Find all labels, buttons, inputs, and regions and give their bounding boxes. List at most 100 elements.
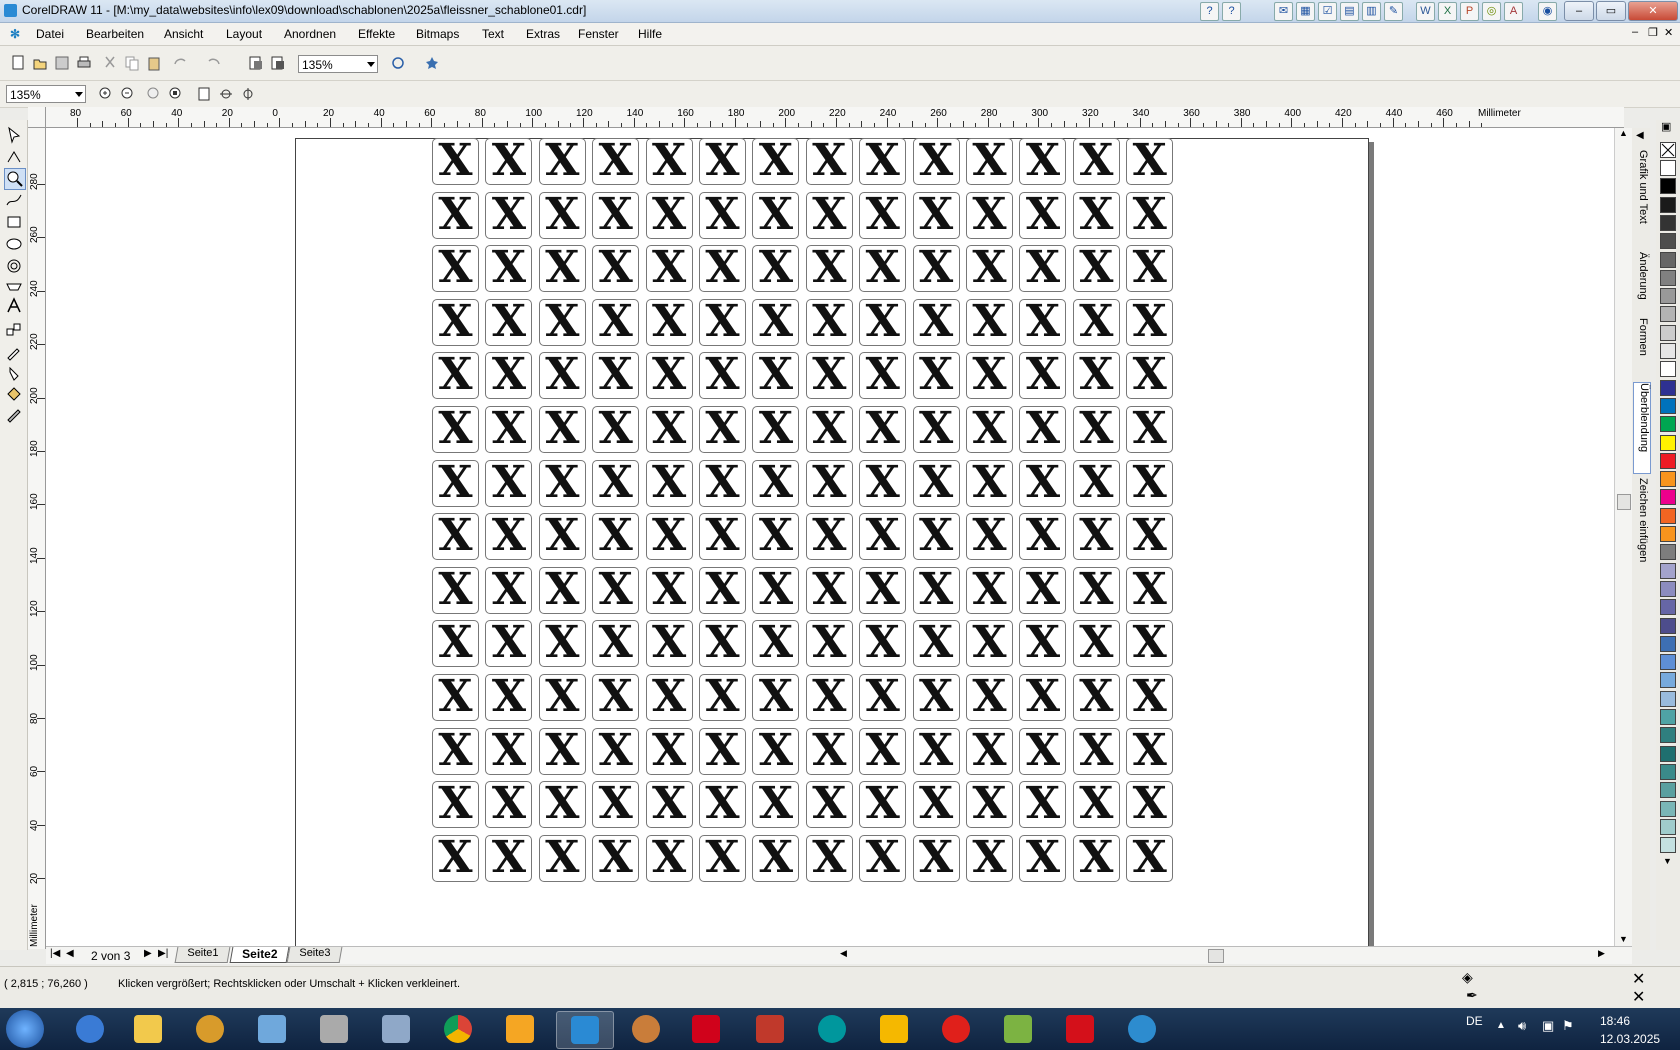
- template-cell[interactable]: X: [859, 834, 907, 882]
- template-cell[interactable]: X: [966, 138, 1013, 185]
- outline-tool-icon[interactable]: [4, 364, 24, 384]
- tray-expand-icon[interactable]: ▲: [1496, 1020, 1506, 1031]
- color-swatch[interactable]: [1660, 562, 1676, 579]
- template-cell[interactable]: X: [912, 674, 960, 721]
- template-cell[interactable]: X: [1126, 138, 1174, 185]
- template-cell[interactable]: X: [538, 727, 586, 775]
- template-cell[interactable]: X: [1072, 138, 1120, 185]
- template-cell[interactable]: X: [752, 352, 800, 400]
- cut-icon[interactable]: [100, 53, 120, 73]
- template-cell[interactable]: X: [432, 406, 479, 453]
- clock-date[interactable]: 12.03.2025: [1600, 1032, 1660, 1046]
- template-cell[interactable]: X: [752, 138, 800, 185]
- template-cell[interactable]: X: [805, 138, 853, 185]
- minimize-button[interactable]: –: [1564, 1, 1594, 21]
- template-cell[interactable]: X: [592, 298, 640, 346]
- template-cell[interactable]: X: [645, 459, 693, 507]
- template-cell[interactable]: X: [805, 352, 853, 400]
- template-cell[interactable]: X: [912, 781, 960, 829]
- task-scanner[interactable]: [306, 1011, 362, 1047]
- template-cell[interactable]: X: [1072, 513, 1120, 561]
- tasks-icon[interactable]: ☑: [1318, 2, 1337, 21]
- template-cell[interactable]: X: [699, 781, 746, 829]
- color-swatch[interactable]: [1660, 763, 1676, 780]
- corel-online-icon[interactable]: [422, 53, 442, 73]
- template-cell[interactable]: X: [966, 834, 1013, 882]
- template-cell[interactable]: X: [752, 245, 800, 293]
- color-swatch[interactable]: [1660, 214, 1676, 231]
- template-cell[interactable]: X: [485, 352, 533, 400]
- template-cell[interactable]: X: [1126, 245, 1174, 293]
- template-cell[interactable]: X: [1019, 513, 1067, 561]
- zoom-level-select-2[interactable]: 135%: [6, 85, 86, 103]
- template-cell[interactable]: X: [485, 406, 533, 453]
- template-cell[interactable]: X: [432, 620, 479, 668]
- task-coreldraw[interactable]: [556, 1011, 614, 1049]
- template-cell[interactable]: X: [912, 191, 960, 239]
- template-cell[interactable]: X: [966, 352, 1013, 400]
- template-cell[interactable]: X: [1019, 298, 1067, 346]
- template-cell[interactable]: X: [645, 834, 693, 882]
- template-cell[interactable]: X: [859, 406, 907, 453]
- export-icon[interactable]: [268, 53, 288, 73]
- next-page-icon[interactable]: ▶: [144, 948, 152, 959]
- note-icon[interactable]: ✎: [1384, 2, 1403, 21]
- task-acrobat[interactable]: [1052, 1011, 1108, 1047]
- color-swatch[interactable]: [1660, 818, 1676, 835]
- template-cell[interactable]: X: [752, 781, 800, 829]
- template-cell[interactable]: X: [752, 191, 800, 239]
- template-cell[interactable]: X: [485, 298, 533, 346]
- page-tab-seite2[interactable]: Seite2: [229, 947, 290, 963]
- menu-extras[interactable]: Extras: [526, 27, 560, 41]
- color-swatch[interactable]: [1660, 837, 1676, 854]
- zoom-out-icon[interactable]: [118, 84, 138, 104]
- color-swatch[interactable]: [1660, 343, 1676, 359]
- ruler-origin[interactable]: [28, 107, 46, 128]
- template-cell[interactable]: X: [1019, 834, 1067, 882]
- zoom-all-objects-icon[interactable]: [166, 84, 186, 104]
- template-cell[interactable]: X: [645, 191, 693, 239]
- import-icon[interactable]: [246, 53, 266, 73]
- volume-icon[interactable]: 🔊︎: [1518, 1018, 1526, 1034]
- template-cell[interactable]: X: [592, 727, 640, 775]
- docker-tab-ueberblendung[interactable]: Überblendung: [1633, 382, 1651, 474]
- template-cell[interactable]: X: [859, 352, 907, 400]
- template-cell[interactable]: X: [966, 513, 1013, 561]
- template-cell[interactable]: X: [592, 781, 640, 829]
- template-cell[interactable]: X: [432, 191, 479, 239]
- template-cell[interactable]: X: [432, 138, 479, 185]
- menu-layout[interactable]: Layout: [226, 27, 262, 41]
- template-cell[interactable]: X: [805, 459, 853, 507]
- scroll-right-arrow-icon[interactable]: ▶: [1598, 948, 1605, 959]
- menu-bearbeiten[interactable]: Bearbeiten: [86, 27, 144, 41]
- mail-icon[interactable]: ✉: [1274, 2, 1293, 21]
- drawing-canvas[interactable]: XXXXXXXXXXXXXXXXXXXXXXXXXXXXXXXXXXXXXXXX…: [46, 128, 1620, 946]
- template-cell[interactable]: X: [1072, 727, 1120, 775]
- template-cell[interactable]: X: [805, 834, 853, 882]
- template-cell[interactable]: X: [592, 620, 640, 668]
- template-cell[interactable]: X: [1072, 674, 1120, 721]
- eyedropper-tool-icon[interactable]: [4, 342, 24, 362]
- template-cell[interactable]: X: [538, 834, 586, 882]
- template-cell[interactable]: X: [805, 620, 853, 668]
- template-cell[interactable]: X: [966, 298, 1013, 346]
- template-cell[interactable]: X: [538, 513, 586, 561]
- template-cell[interactable]: X: [699, 727, 746, 775]
- color-swatch[interactable]: [1660, 324, 1676, 341]
- freehand-tool-icon[interactable]: [4, 190, 24, 210]
- template-cell[interactable]: X: [592, 352, 640, 400]
- template-cell[interactable]: X: [966, 674, 1013, 721]
- template-cell[interactable]: X: [752, 834, 800, 882]
- color-swatch[interactable]: [1660, 617, 1676, 634]
- template-cell[interactable]: X: [805, 781, 853, 829]
- template-cell[interactable]: X: [966, 406, 1013, 453]
- journal-icon[interactable]: ▥: [1362, 2, 1381, 21]
- task-calculator[interactable]: [368, 1011, 424, 1047]
- color-swatch[interactable]: [1660, 269, 1676, 286]
- template-cell[interactable]: X: [485, 138, 533, 185]
- template-cell[interactable]: X: [538, 298, 586, 346]
- template-cell[interactable]: X: [538, 674, 586, 721]
- shape-tool-icon[interactable]: [4, 147, 24, 167]
- template-cell[interactable]: X: [752, 459, 800, 507]
- template-cell[interactable]: X: [1019, 727, 1067, 775]
